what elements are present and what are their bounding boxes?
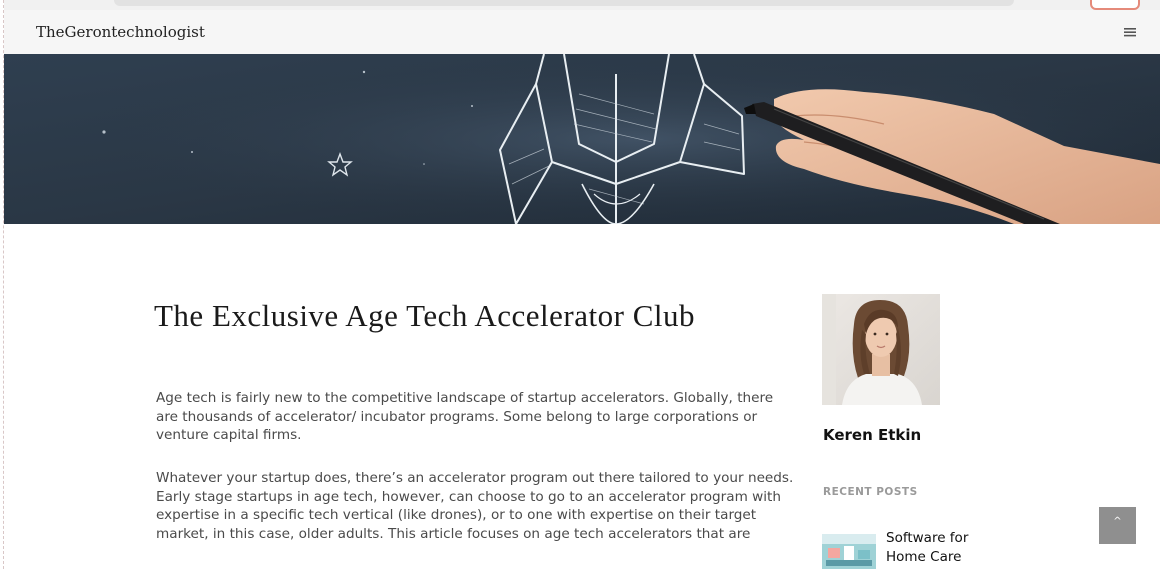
author-name: Keren Etkin [823,426,922,444]
recent-post-link[interactable]: Software for Home Care [886,529,1006,567]
address-bar-edge [114,0,1014,6]
hamburger-menu-icon[interactable] [1122,24,1138,40]
site-brand-link[interactable]: TheGerontechnologist [36,23,205,41]
browser-top-strip [4,0,1160,10]
recent-posts-heading: RECENT POSTS [823,486,918,498]
site-navbar: TheGerontechnologist [4,10,1160,54]
article-paragraph-1: Age tech is fairly new to the competitiv… [156,390,774,443]
article-paragraph-2: Whatever your startup does, there’s an a… [156,470,794,542]
hero-banner-image [4,54,1160,224]
recent-post-thumbnail[interactable] [822,534,876,569]
article-title: The Exclusive Age Tech Accelerator Club [154,298,695,333]
browser-corner-button[interactable] [1090,0,1140,10]
chevron-up-icon: ^ [1113,516,1122,527]
scroll-to-top-button[interactable]: ^ [1099,507,1136,544]
author-photo[interactable] [822,294,940,405]
